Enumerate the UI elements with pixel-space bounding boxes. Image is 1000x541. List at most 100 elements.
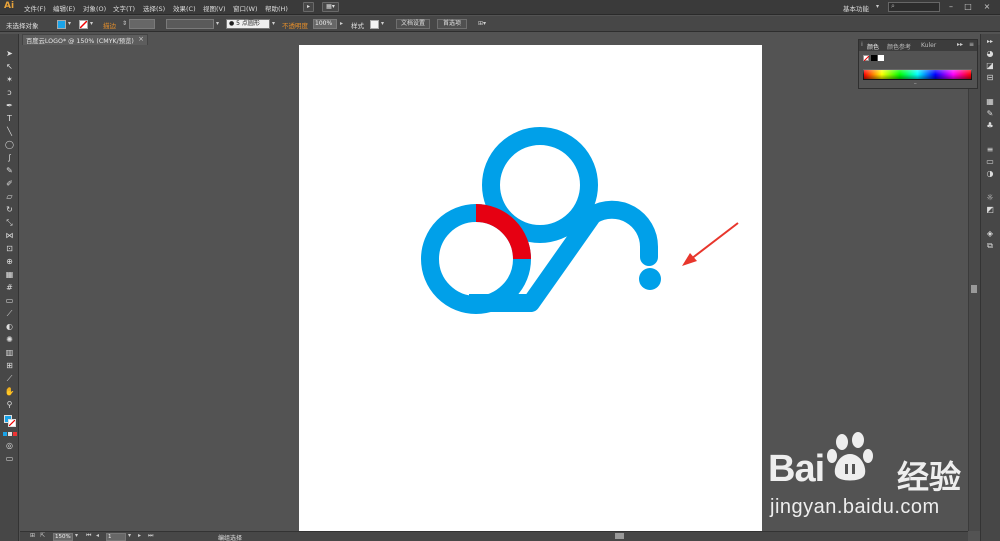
stroke-stepper-icon[interactable]: ⇕ — [122, 20, 127, 27]
white-swatch[interactable] — [878, 55, 884, 61]
magic-wand-tool-icon[interactable]: ✶ — [4, 74, 15, 85]
menu-effect[interactable]: 效果(C) — [173, 3, 196, 13]
paintbrush-tool-icon[interactable]: ∫ — [4, 152, 15, 163]
menu-view[interactable]: 视图(V) — [203, 3, 226, 13]
mesh-tool-icon[interactable]: # — [4, 282, 15, 293]
control-menu-icon[interactable]: ⊞▾ — [478, 20, 486, 27]
artboard-number-field[interactable]: 1 — [106, 533, 126, 541]
brush-dropdown-arrow-icon[interactable]: ▾ — [272, 20, 275, 27]
search-input[interactable]: ⌕ — [888, 2, 940, 12]
scale-tool-icon[interactable]: ⤡ — [4, 217, 15, 228]
vertical-scroll-thumb[interactable] — [971, 285, 977, 293]
brush-dropdown[interactable]: ● 5 点圆形 — [226, 19, 270, 29]
draw-mode-icon[interactable]: ◎ — [4, 440, 15, 451]
stroke-color-icon[interactable] — [8, 419, 16, 427]
menu-file[interactable]: 文件(F) — [24, 3, 46, 13]
width-tool-icon[interactable]: ⋈ — [4, 230, 15, 241]
appearance-panel-icon[interactable]: ☼ — [984, 192, 996, 204]
close-window-button[interactable]: × — [980, 2, 994, 12]
direct-selection-tool-icon[interactable]: ↖ — [4, 61, 15, 72]
menu-select[interactable]: 选择(S) — [143, 3, 165, 13]
brushes-icon[interactable]: ✎ — [984, 108, 996, 120]
menu-help[interactable]: 帮助(H) — [265, 3, 288, 13]
variable-width-arrow-icon[interactable]: ▾ — [216, 20, 219, 27]
minimize-button[interactable]: – — [944, 2, 958, 12]
line-tool-icon[interactable]: ╲ — [4, 126, 15, 137]
graphic-styles-icon[interactable]: ◩ — [984, 204, 996, 216]
none-color-icon[interactable] — [863, 55, 869, 61]
bridge-button[interactable]: ▸ — [303, 2, 314, 12]
stroke-weight-field[interactable] — [129, 19, 155, 29]
menu-object[interactable]: 对象(O) — [83, 3, 106, 13]
close-tab-icon[interactable]: × — [138, 35, 144, 43]
prev-artboard-icon[interactable]: ◂ — [96, 532, 99, 539]
small-dot[interactable] — [639, 268, 661, 290]
variable-width-dropdown[interactable] — [166, 19, 214, 29]
arrange-docs-button[interactable]: ▦▾ — [322, 2, 339, 12]
layers-panel-icon[interactable]: ◈ — [984, 228, 996, 240]
black-swatch[interactable] — [871, 55, 877, 61]
stroke-dropdown-icon[interactable]: ▾ — [90, 20, 93, 27]
lasso-tool-icon[interactable]: ↄ — [4, 87, 15, 98]
color-guide-icon[interactable]: ◪ — [984, 60, 996, 72]
workspace-switcher[interactable]: 基本功能 — [843, 3, 869, 13]
artboard-dropdown-icon[interactable]: ▾ — [128, 532, 131, 539]
column-graph-tool-icon[interactable]: ▥ — [4, 347, 15, 358]
artboard-nav-icon[interactable]: ⊞ — [30, 532, 35, 539]
perspective-grid-tool-icon[interactable]: ▦ — [4, 269, 15, 280]
stroke-label[interactable]: 描边 — [103, 20, 116, 30]
pen-tool-icon[interactable]: ✒ — [4, 100, 15, 111]
transparency-panel-icon[interactable]: ◑ — [984, 168, 996, 180]
kuler-icon[interactable]: ⊟ — [984, 72, 996, 84]
workspace-dropdown-icon[interactable]: ▾ — [876, 3, 879, 10]
color-mode-icon[interactable] — [3, 432, 7, 436]
menu-type[interactable]: 文字(T) — [113, 3, 135, 13]
panel-menu-icon[interactable]: ≡ — [969, 41, 974, 48]
hand-tool-icon[interactable]: ✋ — [4, 386, 15, 397]
preferences-button[interactable]: 首选项 — [437, 19, 467, 29]
maximize-button[interactable]: □ — [961, 2, 975, 12]
shape-builder-tool-icon[interactable]: ⊕ — [4, 256, 15, 267]
stroke-swatch[interactable] — [79, 20, 88, 29]
pencil-tool-icon[interactable]: ✎ — [4, 165, 15, 176]
last-artboard-icon[interactable]: ⏭ — [148, 532, 153, 540]
dock-collapse-icon[interactable]: ▸▸ — [984, 36, 996, 48]
ellipse-tool-icon[interactable]: ◯ — [4, 139, 15, 150]
tab-color[interactable]: 颜色 — [867, 42, 879, 51]
none-mode-icon[interactable] — [13, 432, 17, 436]
zoom-field[interactable]: 150% — [53, 533, 73, 541]
screen-mode-icon[interactable]: ▭ — [4, 453, 15, 464]
panel-resize-handle-icon[interactable]: ⎯ — [914, 81, 917, 87]
style-swatch[interactable] — [370, 20, 379, 29]
panel-collapse-icon[interactable]: ▸▸ — [957, 41, 963, 48]
logo-group[interactable] — [421, 127, 659, 314]
stroke-panel-icon[interactable]: ≡ — [984, 144, 996, 156]
artboards-panel-icon[interactable]: ⧉ — [984, 240, 996, 252]
type-tool-icon[interactable]: T — [4, 113, 15, 124]
eyedropper-tool-icon[interactable]: ⟋ — [4, 308, 15, 319]
blob-brush-tool-icon[interactable]: ✐ — [4, 178, 15, 189]
export-icon[interactable]: ⇱ — [40, 532, 45, 539]
selection-tool-icon[interactable]: ➤ — [4, 48, 15, 59]
symbol-sprayer-tool-icon[interactable]: ✺ — [4, 334, 15, 345]
slice-tool-icon[interactable]: ⟋ — [4, 373, 15, 384]
document-setup-button[interactable]: 文档设置 — [396, 19, 430, 29]
panel-grip-icon[interactable]: ⁞ — [861, 41, 863, 48]
gradient-panel-icon[interactable]: ▭ — [984, 156, 996, 168]
swatches-icon[interactable]: ▦ — [984, 96, 996, 108]
bridge-curve[interactable] — [522, 200, 659, 312]
rotate-tool-icon[interactable]: ↻ — [4, 204, 15, 215]
free-transform-tool-icon[interactable]: ⊡ — [4, 243, 15, 254]
color-panel-icon[interactable]: ◕ — [984, 48, 996, 60]
artboard-tool-icon[interactable]: ⊞ — [4, 360, 15, 371]
baidu-cloud-logo-artwork[interactable] — [299, 45, 762, 531]
style-dropdown-icon[interactable]: ▾ — [381, 20, 384, 27]
opacity-label[interactable]: 不透明度 — [282, 20, 308, 30]
zoom-dropdown-icon[interactable]: ▾ — [75, 532, 78, 539]
opacity-field[interactable]: 100% — [313, 19, 337, 29]
opacity-arrow-icon[interactable]: ▸ — [340, 20, 343, 27]
next-artboard-icon[interactable]: ▸ — [138, 532, 141, 539]
gradient-mode-icon[interactable] — [8, 432, 12, 436]
fill-swatch[interactable] — [57, 20, 66, 29]
color-mode-buttons[interactable] — [3, 432, 17, 437]
